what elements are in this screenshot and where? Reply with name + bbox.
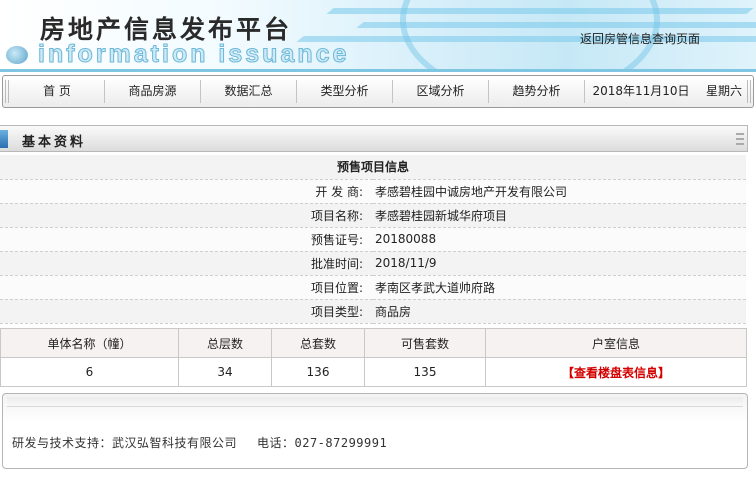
nav-item-region-analysis[interactable]: 区域分析 xyxy=(393,80,489,103)
nav-left-cap xyxy=(5,80,9,103)
total-floors-cell: 34 xyxy=(178,357,272,387)
approval-date-label: 批准时间: xyxy=(0,251,373,276)
view-floor-plan-link[interactable]: 【查看楼盘表信息】 xyxy=(562,366,670,380)
project-type-value: 商品房 xyxy=(373,299,746,324)
back-to-housing-query-link[interactable]: 返回房管信息查询页面 xyxy=(580,30,700,47)
footer-top-band xyxy=(7,397,743,407)
project-info-heading: 预售项目信息 xyxy=(0,155,746,180)
developer-value: 孝感碧桂园中诚房地产开发有限公司 xyxy=(373,179,746,204)
presale-permit-label: 预售证号: xyxy=(0,227,373,252)
presale-permit-value: 20180088 xyxy=(373,227,746,252)
footer: 研发与技术支持：武汉弘智科技有限公司 电话：027-87299991 xyxy=(2,393,748,469)
nav-item-home[interactable]: 首 页 xyxy=(10,80,105,103)
site-logo-text: information issuance xyxy=(37,40,350,69)
project-location-value: 孝南区孝武大道帅府路 xyxy=(373,275,746,300)
developer-label: 开 发 商: xyxy=(0,179,373,204)
nav-weekday: 星期六 xyxy=(705,84,742,98)
approval-date-value: 2018/11/9 xyxy=(373,251,746,276)
project-info-row: 项目位置: 孝南区孝武大道帅府路 xyxy=(0,275,746,300)
banner-divider xyxy=(0,69,756,72)
building-name-cell: 6 xyxy=(0,357,179,387)
header-banner: 房地产信息发布平台 information issuance 返回房管信息查询页… xyxy=(0,0,756,72)
column-header-available-units: 可售套数 xyxy=(364,328,486,358)
project-info-row: 开 发 商: 孝感碧桂园中诚房地产开发有限公司 xyxy=(0,179,746,204)
project-info-row: 项目类型: 商品房 xyxy=(0,299,746,324)
building-table-header-row: 单体名称（幢） 总层数 总套数 可售套数 户室信息 xyxy=(0,328,747,358)
unit-info-cell: 【查看楼盘表信息】 xyxy=(485,357,747,387)
nav-item-listings[interactable]: 商品房源 xyxy=(105,80,201,103)
column-header-building-name: 单体名称（幢） xyxy=(0,328,179,358)
project-location-label: 项目位置: xyxy=(0,275,373,300)
tech-support-text: 研发与技术支持：武汉弘智科技有限公司 xyxy=(12,436,238,450)
column-header-unit-info: 户室信息 xyxy=(485,328,747,358)
project-name-label: 项目名称: xyxy=(0,203,373,228)
contact-phone: 电话：027-87299991 xyxy=(257,436,388,450)
available-units-cell: 135 xyxy=(364,357,486,387)
column-header-total-floors: 总层数 xyxy=(178,328,272,358)
project-info-table: 预售项目信息 开 发 商: 孝感碧桂园中诚房地产开发有限公司 项目名称: 孝感碧… xyxy=(0,155,746,324)
nav-date: 2018年11月10日 xyxy=(592,84,690,98)
project-type-label: 项目类型: xyxy=(0,299,373,324)
project-name-value: 孝感碧桂园新城华府项目 xyxy=(373,203,746,228)
project-info-row: 预售证号: 20180088 xyxy=(0,227,746,252)
nav-right-cap xyxy=(747,80,751,103)
project-info-heading-row: 预售项目信息 xyxy=(0,155,746,180)
main-nav: 首 页 商品房源 数据汇总 类型分析 区域分析 趋势分析 2018年11月10日… xyxy=(2,75,754,108)
building-table: 单体名称（幢） 总层数 总套数 可售套数 户室信息 6 34 136 135 【… xyxy=(0,328,747,387)
section-grip-icon xyxy=(736,133,744,145)
project-info-row: 批准时间: 2018/11/9 xyxy=(0,251,746,276)
table-row: 6 34 136 135 【查看楼盘表信息】 xyxy=(0,357,747,387)
globe-icon xyxy=(6,46,28,64)
section-header: 基本资料 xyxy=(0,125,748,152)
nav-item-trend-analysis[interactable]: 趋势分析 xyxy=(489,80,585,103)
section-marker-icon xyxy=(0,130,8,148)
project-info-row: 项目名称: 孝感碧桂园新城华府项目 xyxy=(0,203,746,228)
nav-item-data-summary[interactable]: 数据汇总 xyxy=(201,80,297,103)
nav-item-type-analysis[interactable]: 类型分析 xyxy=(297,80,393,103)
section-title: 基本资料 xyxy=(22,135,87,150)
column-header-total-units: 总套数 xyxy=(271,328,365,358)
total-units-cell: 136 xyxy=(271,357,365,387)
